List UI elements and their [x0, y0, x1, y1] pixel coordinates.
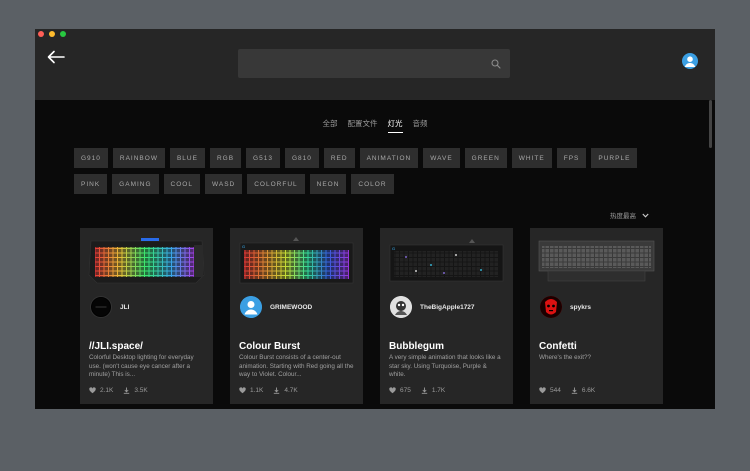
search-icon[interactable] — [491, 59, 501, 69]
lighting-card[interactable]: G GRIMEWOOD Colour Burst Colour Burst co… — [230, 228, 363, 404]
keyboard-thumbnail: G — [239, 237, 354, 284]
lighting-card[interactable]: G TheBigApple1727 Bubblegum A very simpl… — [380, 228, 513, 404]
heart-icon[interactable] — [539, 387, 546, 394]
sort-label: 热度最高 — [610, 213, 636, 220]
author-avatar[interactable] — [390, 296, 412, 318]
card-stats: 1.1K 4.7K — [239, 387, 303, 394]
download-icon[interactable] — [123, 387, 130, 394]
heart-icon[interactable] — [239, 387, 246, 394]
user-avatar[interactable] — [682, 53, 698, 69]
sort-dropdown[interactable]: 热度最高 — [610, 210, 649, 220]
tab-profiles[interactable]: 配置文件 — [348, 118, 378, 132]
card-description: Colorful Desktop lighting for everyday u… — [89, 354, 194, 378]
tag-chip[interactable]: COLOR — [351, 174, 394, 194]
svg-text:G: G — [242, 244, 245, 249]
author-name[interactable]: GRIMEWOOD — [270, 304, 312, 311]
lighting-card[interactable]: spykrs Confetti Where's the exit?? 544 6… — [530, 228, 663, 404]
keyboard-thumbnail — [538, 240, 655, 282]
tag-chip[interactable]: FPS — [556, 148, 587, 168]
heart-icon[interactable] — [89, 387, 96, 394]
author-name[interactable]: JLI — [120, 304, 129, 311]
close-window-button[interactable] — [38, 31, 44, 37]
tag-filter-row-2: PINK GAMING COOL WASD COLORFUL NEON COLO… — [74, 174, 674, 194]
card-title: Colour Burst — [239, 341, 301, 352]
tag-chip[interactable]: BLUE — [169, 148, 205, 168]
card-author: GRIMEWOOD — [240, 296, 312, 318]
download-count: 4.7K — [284, 387, 298, 394]
tag-chip[interactable]: PINK — [74, 174, 108, 194]
lighting-card-grid: JLI //JLI.space/ Colorful Desktop lighti… — [80, 228, 663, 404]
app-window: 全部 配置文件 灯光 音频 G910 RAINBOW BLUE RGB G513… — [35, 29, 715, 409]
card-title: //JLI.space/ — [89, 341, 143, 352]
tag-chip[interactable]: RAINBOW — [112, 148, 165, 168]
top-bar — [35, 29, 715, 100]
download-count: 6.6K — [581, 387, 596, 394]
download-icon[interactable] — [421, 387, 428, 394]
tag-chip[interactable]: RED — [323, 148, 355, 168]
tag-chip[interactable]: GREEN — [464, 148, 507, 168]
tag-chip[interactable]: G810 — [284, 148, 319, 168]
tab-audio[interactable]: 音频 — [413, 118, 428, 132]
like-count: 2.1K — [100, 387, 114, 394]
card-title: Confetti — [539, 341, 577, 352]
card-stats: 544 6.6K — [539, 387, 600, 394]
card-description: Where's the exit?? — [539, 354, 591, 361]
window-controls — [38, 31, 66, 37]
tag-chip[interactable]: G910 — [74, 148, 108, 168]
tab-all[interactable]: 全部 — [323, 118, 338, 132]
card-author: spykrs — [540, 296, 591, 318]
search-input[interactable] — [238, 49, 488, 78]
card-stats: 675 1.7K — [389, 387, 450, 394]
tag-chip[interactable]: WASD — [204, 174, 243, 194]
keyboard-thumbnail — [88, 238, 205, 284]
card-stats: 2.1K 3.5K — [89, 387, 153, 394]
search-bar — [238, 49, 510, 78]
like-count: 675 — [400, 387, 411, 394]
tag-chip[interactable]: COOL — [163, 174, 200, 194]
svg-text:G: G — [392, 246, 395, 251]
download-count: 3.5K — [134, 387, 148, 394]
tag-chip[interactable]: RGB — [209, 148, 242, 168]
like-count: 1.1K — [250, 387, 264, 394]
card-author: JLI — [90, 296, 129, 318]
minimize-window-button[interactable] — [49, 31, 55, 37]
download-count: 1.7K — [431, 387, 446, 394]
author-name[interactable]: TheBigApple1727 — [420, 304, 475, 311]
tag-filter-row-1: G910 RAINBOW BLUE RGB G513 G810 RED ANIM… — [74, 148, 674, 168]
tag-chip[interactable]: G513 — [246, 148, 280, 168]
maximize-window-button[interactable] — [60, 31, 66, 37]
tag-chip[interactable]: WHITE — [511, 148, 552, 168]
tag-chip[interactable]: NEON — [309, 174, 347, 194]
author-avatar[interactable] — [90, 296, 112, 318]
tag-chip[interactable]: PURPLE — [591, 148, 638, 168]
tag-chip[interactable]: COLORFUL — [247, 174, 305, 194]
author-avatar[interactable] — [240, 296, 262, 318]
chevron-down-icon — [642, 213, 649, 218]
card-title: Bubblegum — [389, 341, 444, 352]
download-icon[interactable] — [273, 387, 280, 394]
category-tabs: 全部 配置文件 灯光 音频 — [35, 118, 715, 133]
keyboard-thumbnail: G — [389, 239, 504, 282]
like-count: 544 — [550, 387, 561, 394]
back-arrow-icon[interactable] — [47, 50, 65, 64]
tab-lighting[interactable]: 灯光 — [387, 118, 403, 133]
tag-chip[interactable]: GAMING — [112, 174, 159, 194]
author-avatar[interactable] — [540, 296, 562, 318]
tag-chip[interactable]: WAVE — [423, 148, 460, 168]
card-description: A very simple animation that looks like … — [389, 354, 501, 378]
download-icon[interactable] — [571, 387, 578, 394]
lighting-card[interactable]: JLI //JLI.space/ Colorful Desktop lighti… — [80, 228, 213, 404]
heart-icon[interactable] — [389, 387, 396, 394]
author-name[interactable]: spykrs — [570, 304, 591, 311]
card-author: TheBigApple1727 — [390, 296, 475, 318]
tag-chip[interactable]: ANIMATION — [359, 148, 419, 168]
card-description: Colour Burst consists of a center-out an… — [239, 354, 354, 378]
